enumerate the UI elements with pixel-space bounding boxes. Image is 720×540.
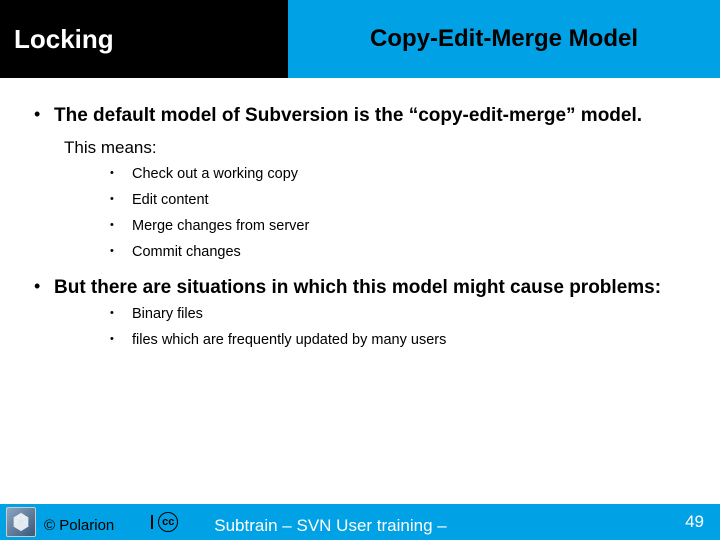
cc-license-icon: cc xyxy=(158,512,178,532)
copyright-text: © Polarion xyxy=(44,519,114,533)
bullet-1-subtext: This means: xyxy=(64,138,690,158)
list-item: Check out a working copy xyxy=(110,166,690,182)
header-left: Locking xyxy=(0,0,288,78)
bullet-1: The default model of Subversion is the “… xyxy=(30,104,690,260)
list-item: files which are frequently updated by ma… xyxy=(110,332,690,348)
section-title: Locking xyxy=(14,24,114,55)
slide: Locking Copy-Edit-Merge Model The defaul… xyxy=(0,0,720,540)
bullet-2-text: But there are situations in which this m… xyxy=(54,276,690,300)
slide-footer: © Polarion cc Subtrain – SVN User traini… xyxy=(0,504,720,540)
bullet-2: But there are situations in which this m… xyxy=(30,276,690,348)
page-number: 49 xyxy=(685,512,704,532)
list-item: Merge changes from server xyxy=(110,218,690,234)
slide-body: The default model of Subversion is the “… xyxy=(0,78,720,540)
list-item: Edit content xyxy=(110,192,690,208)
bullet-1-text: The default model of Subversion is the “… xyxy=(54,104,690,128)
footer-subtitle: Subtrain – SVN User training – xyxy=(214,518,446,534)
list-item: Commit changes xyxy=(110,244,690,260)
slide-header: Locking Copy-Edit-Merge Model xyxy=(0,0,720,78)
header-right: Copy-Edit-Merge Model xyxy=(288,0,720,78)
slide-title: Copy-Edit-Merge Model xyxy=(370,25,638,53)
list-item: Binary files xyxy=(110,306,690,322)
polarion-logo-icon xyxy=(6,507,36,537)
